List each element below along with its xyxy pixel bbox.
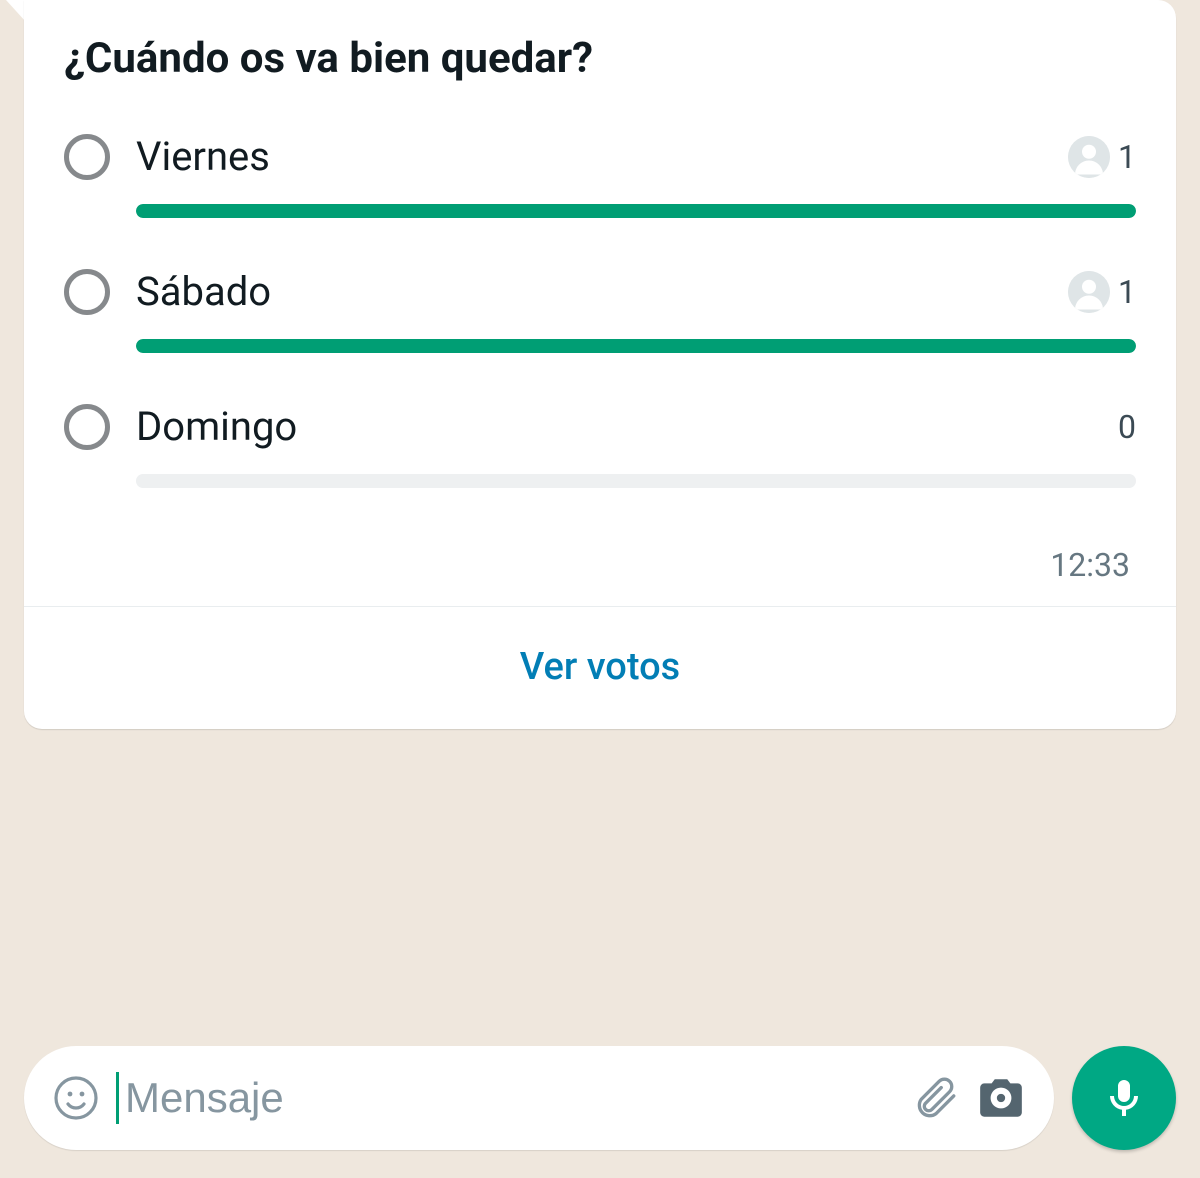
poll-option-row: Viernes 1 — [64, 133, 1136, 180]
poll-option[interactable]: Viernes 1 — [64, 133, 1136, 218]
poll-option[interactable]: Sábado 1 — [64, 268, 1136, 353]
poll-bar-track — [136, 204, 1136, 218]
poll-option-row: Domingo 0 — [64, 403, 1136, 450]
radio-unchecked-icon[interactable] — [64, 134, 110, 180]
poll-option-label: Domingo — [136, 403, 1090, 450]
message-wrapper: ¿Cuándo os va bien quedar? Viernes 1 — [0, 0, 1200, 729]
voter-avatar-icon — [1068, 271, 1110, 313]
poll-vote-meta: 1 — [1068, 136, 1136, 178]
emoji-icon[interactable] — [52, 1074, 100, 1122]
poll-vote-meta: 1 — [1068, 271, 1136, 313]
poll-bar-fill — [136, 339, 1136, 353]
poll-option-label: Viernes — [136, 133, 1042, 180]
poll-vote-count: 0 — [1116, 408, 1136, 446]
poll-bar-track — [136, 474, 1136, 488]
composer-pill — [24, 1046, 1054, 1150]
bubble-tail — [6, 0, 26, 22]
composer-bar — [24, 1046, 1176, 1150]
voter-avatar-icon — [1068, 136, 1110, 178]
message-timestamp: 12:33 — [64, 538, 1136, 606]
poll-bar-track — [136, 339, 1136, 353]
poll-vote-meta: 0 — [1116, 408, 1136, 446]
poll-question: ¿Cuándo os va bien quedar? — [64, 34, 1136, 83]
poll-vote-count: 1 — [1116, 138, 1136, 176]
poll-option-row: Sábado 1 — [64, 268, 1136, 315]
poll-option[interactable]: Domingo 0 — [64, 403, 1136, 488]
poll-option-label: Sábado — [136, 268, 1042, 315]
attach-icon[interactable] — [910, 1073, 960, 1123]
poll-bar-fill — [136, 204, 1136, 218]
poll-message-bubble: ¿Cuándo os va bien quedar? Viernes 1 — [24, 0, 1176, 729]
camera-icon[interactable] — [976, 1073, 1026, 1123]
radio-unchecked-icon[interactable] — [64, 269, 110, 315]
message-input[interactable] — [116, 1072, 894, 1124]
voice-record-button[interactable] — [1072, 1046, 1176, 1150]
poll-vote-count: 1 — [1116, 273, 1136, 311]
view-votes-button[interactable]: Ver votos — [64, 607, 1136, 729]
radio-unchecked-icon[interactable] — [64, 404, 110, 450]
